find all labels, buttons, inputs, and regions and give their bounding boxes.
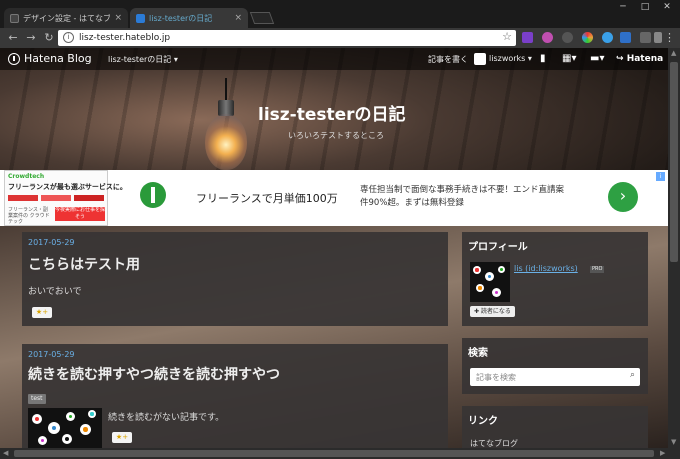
ad-left-cta[interactable]: 今夜実際にお仕事を探そう — [55, 207, 105, 221]
new-tab-button[interactable] — [249, 12, 275, 24]
minimize-button[interactable]: ─ — [612, 0, 634, 14]
profile-heading: プロフィール — [468, 242, 528, 253]
links-module: リンク はてなブログ — [462, 406, 648, 448]
wheel-extension-icon[interactable] — [602, 32, 613, 43]
notification-icon[interactable]: ▬▾ — [590, 53, 604, 64]
user-avatar-icon[interactable] — [474, 53, 486, 65]
ad-left-headline: フリーランスが最も選ぶサービスに。 — [8, 183, 127, 191]
profile-avatar[interactable] — [470, 262, 510, 302]
browser-window: デザイン設定 - はてなブログ × lisz-testerの日記 × ─ □ ✕… — [0, 0, 680, 459]
bookmark-star-icon[interactable]: ☆ — [502, 30, 512, 43]
forward-button[interactable]: → — [24, 31, 38, 45]
entry-card: 2017-05-29 続きを読む押すやつ続きを読む押すやつ test 続きを読む… — [22, 344, 448, 448]
blog-title[interactable]: lisz-testerの日記 — [258, 100, 406, 125]
blog-tagline: いろいろテストするところ — [288, 131, 384, 140]
tab-design-settings[interactable]: デザイン設定 - はてなブログ × — [4, 8, 128, 28]
ad-left-banner[interactable]: Crowdtech フリーランスが最も選ぶサービスに。 フリーランス・副業案件の… — [4, 170, 127, 226]
profile-name-link[interactable]: lis (id:liszworks) — [514, 264, 578, 273]
close-tab-icon[interactable]: × — [234, 13, 242, 23]
ad-text[interactable]: 専任担当制で面倒な事務手続きは不要！エンド直請案件90%超。まずは無料登録 — [360, 184, 570, 210]
ad-arrow-icon[interactable]: › — [608, 182, 638, 212]
scroll-down-icon[interactable]: ▼ — [671, 438, 676, 446]
s-extension-icon[interactable] — [522, 32, 533, 43]
address-url[interactable]: lisz-tester.hateblo.jp — [79, 31, 170, 45]
search-module: 検索 記事を検索 ⌕ — [462, 338, 648, 394]
horizontal-scrollbar[interactable]: ◀ ▶ — [0, 448, 680, 459]
blog-switcher[interactable]: lisz-testerの日記 ▾ — [108, 54, 178, 65]
tab-lisz-tester[interactable]: lisz-testerの日記 × — [130, 8, 248, 28]
entry-card: 2017-05-29 こちらはテスト用 おいでおいで ★+ — [22, 232, 448, 326]
horizontal-scroll-thumb[interactable] — [14, 450, 654, 457]
hatena-blog-logo[interactable]: Hatena Blog — [8, 52, 92, 65]
hatena-link-label: Hatena — [626, 54, 664, 64]
tab-strip: デザイン設定 - はてなブログ × lisz-testerの日記 × ─ □ ✕ — [0, 0, 680, 28]
grid-extension-icon[interactable] — [620, 32, 631, 43]
ad-brand: Crowdtech — [8, 173, 45, 180]
close-window-button[interactable]: ✕ — [656, 0, 678, 14]
search-icon[interactable]: ⌕ — [630, 370, 635, 380]
write-entry-link[interactable]: 記事を書く — [428, 54, 468, 65]
add-star-button[interactable]: ★+ — [112, 432, 132, 443]
scroll-up-icon[interactable]: ▲ — [671, 49, 676, 57]
ad-pill — [8, 195, 38, 201]
ad-left-small: フリーランス・副業案件の クラウドテック — [8, 207, 50, 225]
ad-banner[interactable]: Crowdtech フリーランスが最も選ぶサービスに。 フリーランス・副業案件の… — [0, 170, 668, 226]
add-star-button[interactable]: ★+ — [32, 307, 52, 318]
search-placeholder: 記事を検索 — [476, 373, 516, 382]
ad-info-icon[interactable]: i — [656, 172, 665, 181]
hatena-logo-icon — [8, 52, 20, 65]
box-extension-icon[interactable] — [654, 32, 662, 43]
hatena-logo-small-icon: ↪ — [616, 54, 624, 64]
search-heading: 検索 — [468, 348, 488, 359]
tab-title: デザイン設定 - はてなブログ — [23, 13, 111, 23]
hatena-favicon-icon — [10, 13, 19, 23]
ad-headline[interactable]: フリーランスで月単価100万 — [196, 190, 338, 206]
scroll-left-icon[interactable]: ◀ — [3, 449, 8, 457]
hatena-link[interactable]: ↪ Hatena — [616, 54, 663, 64]
entry-body: おいでおいで — [28, 287, 82, 297]
links-heading: リンク — [468, 416, 498, 427]
scroll-right-icon[interactable]: ▶ — [660, 449, 665, 457]
hatena-global-bar: Hatena Blog lisz-testerの日記 ▾ 記事を書く liszw… — [0, 48, 668, 70]
palette-extension-icon[interactable] — [582, 32, 593, 43]
entry-title[interactable]: こちらはテスト用 — [28, 254, 140, 274]
user-menu[interactable]: liszworks ▾ — [489, 54, 532, 63]
camera-extension-icon[interactable] — [640, 32, 651, 43]
p-extension-icon[interactable] — [542, 32, 553, 43]
entry-body: 続きを読むがない記事です。 — [108, 413, 225, 423]
vertical-scroll-thumb[interactable] — [670, 62, 678, 262]
vertical-scrollbar[interactable]: ▲ ▼ — [668, 48, 680, 448]
ad-pill — [41, 195, 71, 201]
reload-button[interactable]: ↻ — [42, 31, 56, 45]
ad-logo-icon — [140, 182, 166, 208]
close-tab-icon[interactable]: × — [114, 13, 122, 23]
back-button[interactable]: ← — [6, 31, 20, 45]
profile-module: プロフィール lis (id:liszworks) PRO ✚ 読者になる — [462, 232, 648, 326]
blog-favicon-icon — [136, 13, 145, 23]
tab-title: lisz-testerの日記 — [149, 13, 213, 23]
category-tag[interactable]: test — [28, 394, 46, 404]
ad-pill — [74, 195, 104, 201]
entry-title[interactable]: 続きを読む押すやつ続きを読む押すやつ — [28, 364, 280, 384]
page-viewport: Hatena Blog lisz-testerの日記 ▾ 記事を書く liszw… — [0, 48, 668, 448]
entry-thumbnail[interactable] — [28, 408, 102, 448]
address-bar[interactable]: i lisz-tester.hateblo.jp ☆ — [58, 30, 516, 46]
apps-grid-icon[interactable]: ▦▾ — [562, 53, 576, 64]
become-reader-button[interactable]: ✚ 読者になる — [470, 306, 515, 317]
browser-toolbar: ← → ↻ i lisz-tester.hateblo.jp ☆ ⋮ — [0, 28, 680, 48]
entry-date[interactable]: 2017-05-29 — [28, 350, 75, 359]
entry-date[interactable]: 2017-05-29 — [28, 238, 75, 247]
logo-text: Hatena Blog — [24, 52, 92, 65]
site-info-icon[interactable]: i — [63, 32, 74, 43]
pro-badge: PRO — [590, 266, 605, 273]
browser-menu-icon[interactable]: ⋮ — [664, 31, 675, 44]
link-item[interactable]: はてなブログ — [470, 438, 518, 448]
search-input[interactable]: 記事を検索 ⌕ — [470, 368, 640, 386]
maximize-button[interactable]: □ — [634, 0, 656, 14]
lightbulb-image — [205, 78, 247, 178]
bookmark-icon[interactable]: ▮ — [540, 53, 546, 64]
circle-extension-icon[interactable] — [562, 32, 573, 43]
